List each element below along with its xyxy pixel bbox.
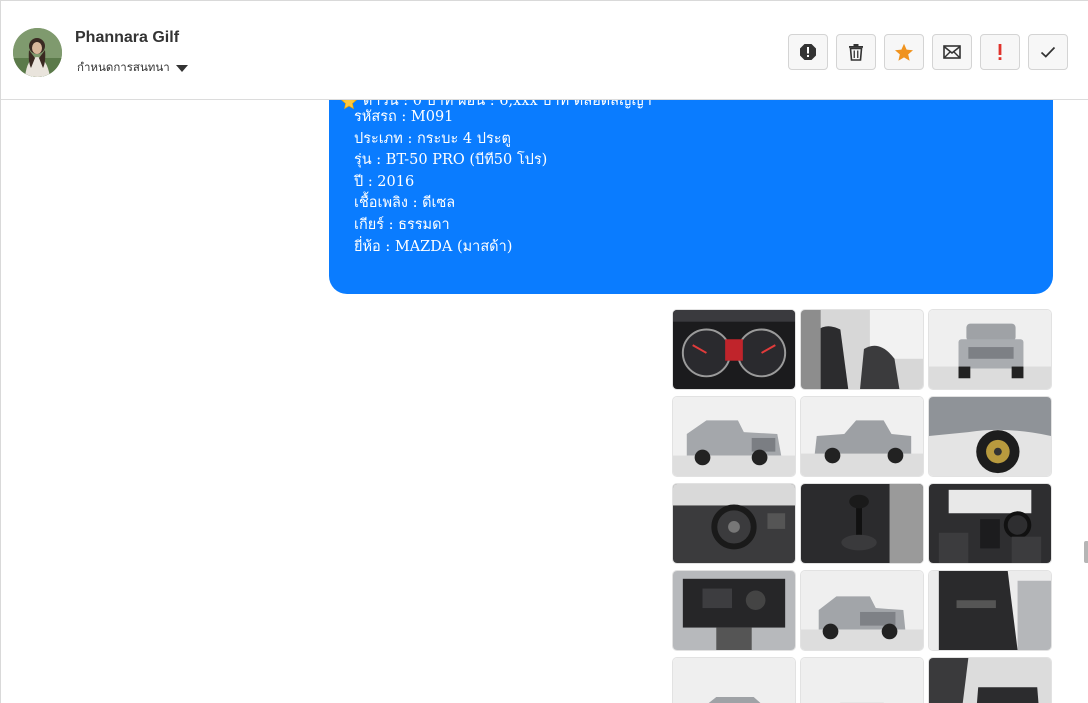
conversation-header: Phannara Gilf กำหนดการสนทนา (1, 4, 1088, 100)
contact-name: Phannara Gilf (75, 29, 180, 46)
spec-line: เชื้อเพลิง : ดีเซล (354, 195, 456, 212)
photo-truck-front-low[interactable] (800, 657, 924, 703)
photo-engine-bay[interactable] (672, 570, 796, 651)
conversation-label: กำหนดการสนทนา (77, 60, 170, 74)
avatar[interactable] (13, 28, 62, 77)
mail-button[interactable] (932, 34, 972, 70)
photo-truck-rear-quarter[interactable] (800, 570, 924, 651)
spec-line: ประเภท : กระบะ 4 ประตู (354, 130, 511, 147)
check-icon (1040, 46, 1056, 58)
exclamation-icon (998, 44, 1002, 60)
conversation-menu[interactable]: กำหนดการสนทนา (77, 59, 188, 77)
trash-icon (849, 44, 863, 61)
important-button[interactable] (980, 34, 1020, 70)
star-icon (895, 43, 913, 61)
car-specs: รหัสรถ : M091 ประเภท : กระบะ 4 ประตู รุ่… (354, 107, 547, 258)
photo-front-seats[interactable] (800, 309, 924, 390)
photo-gallery (672, 309, 1052, 703)
caret-down-icon (175, 64, 188, 72)
envelope-icon (943, 45, 961, 59)
message-bubble: ดาวน์ : 0 บาท ผ่อน : 6,xxx บาท ตลอดสัญญา… (329, 100, 1053, 294)
photo-truck-side[interactable] (800, 396, 924, 477)
delete-button[interactable] (836, 34, 876, 70)
scrollbar-thumb[interactable] (1084, 541, 1088, 563)
report-button[interactable] (788, 34, 828, 70)
photo-interior-steering[interactable] (672, 483, 796, 564)
done-button[interactable] (1028, 34, 1068, 70)
photo-truck-rear-three-quarter[interactable] (672, 396, 796, 477)
star-button[interactable] (884, 34, 924, 70)
photo-rear-seats[interactable] (928, 657, 1052, 703)
spec-line: รหัสรถ : M091 (354, 109, 454, 125)
spec-line: ปี : 2016 (354, 173, 415, 190)
spec-line: รุ่น : BT-50 PRO (บีที50 โปร) (354, 152, 548, 169)
photo-door-interior[interactable] (928, 570, 1052, 651)
photo-interior-wide[interactable] (928, 483, 1052, 564)
photo-gear-shifter[interactable] (800, 483, 924, 564)
photo-truck-rear[interactable] (928, 309, 1052, 390)
photo-wheel-closeup[interactable] (928, 396, 1052, 477)
action-toolbar (788, 34, 1068, 70)
photo-truck-front[interactable] (672, 657, 796, 703)
spec-line: ยี่ห้อ : MAZDA (มาสด้า) (354, 238, 513, 255)
photo-dashboard[interactable] (672, 309, 796, 390)
alert-circle-icon (800, 44, 816, 60)
message-thread[interactable]: ดาวน์ : 0 บาท ผ่อน : 6,xxx บาท ตลอดสัญญา… (1, 100, 1088, 703)
spec-line: เกียร์ : ธรรมดา (354, 216, 450, 233)
